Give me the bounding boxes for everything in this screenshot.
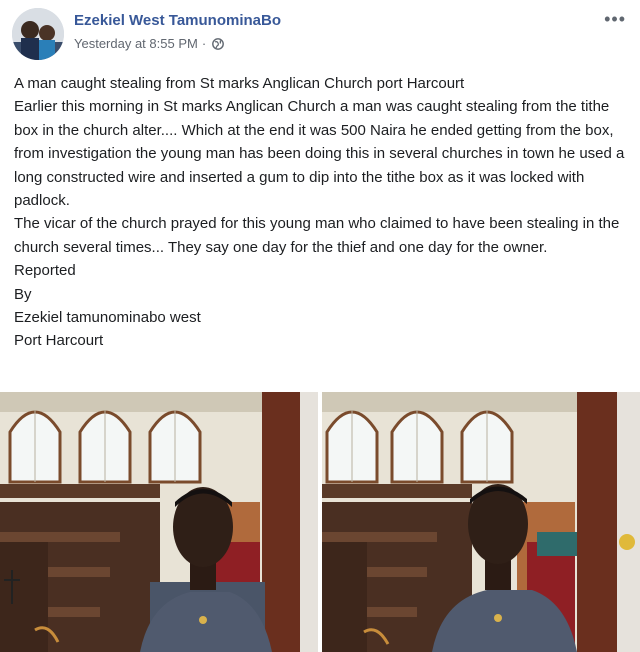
- post-reported-line: Reported: [14, 262, 76, 280]
- post-timestamp[interactable]: Yesterday at 8:55 PM: [74, 36, 198, 51]
- post-paragraph-vicar: The vicar of the church prayed for this …: [14, 215, 620, 256]
- author-name[interactable]: Ezekiel West TamunominaBo: [74, 12, 281, 29]
- post-reporter-name: Ezekiel tamunominabo west: [14, 309, 201, 327]
- post-body: A man caught stealing from St marks Angl…: [14, 72, 634, 353]
- globe-icon[interactable]: [212, 37, 225, 50]
- post-header: Ezekiel West TamunominaBo Yesterday at 8…: [12, 8, 628, 60]
- meta-separator: ·: [201, 36, 207, 51]
- post-meta: Yesterday at 8:55 PM ·: [74, 36, 225, 51]
- photo-left[interactable]: [0, 392, 318, 652]
- photo-right[interactable]: [322, 392, 640, 652]
- post-by-line: By: [14, 285, 32, 303]
- avatar[interactable]: [12, 8, 64, 60]
- post-title-line: A man caught stealing from St marks Angl…: [14, 75, 465, 92]
- post-location: Port Harcourt: [14, 332, 104, 350]
- facebook-post: Ezekiel West TamunominaBo Yesterday at 8…: [0, 0, 640, 652]
- post-paragraph-story: Earlier this morning in St marks Anglica…: [14, 98, 625, 210]
- more-options-icon[interactable]: •••: [604, 10, 626, 28]
- photo-grid: [0, 392, 640, 652]
